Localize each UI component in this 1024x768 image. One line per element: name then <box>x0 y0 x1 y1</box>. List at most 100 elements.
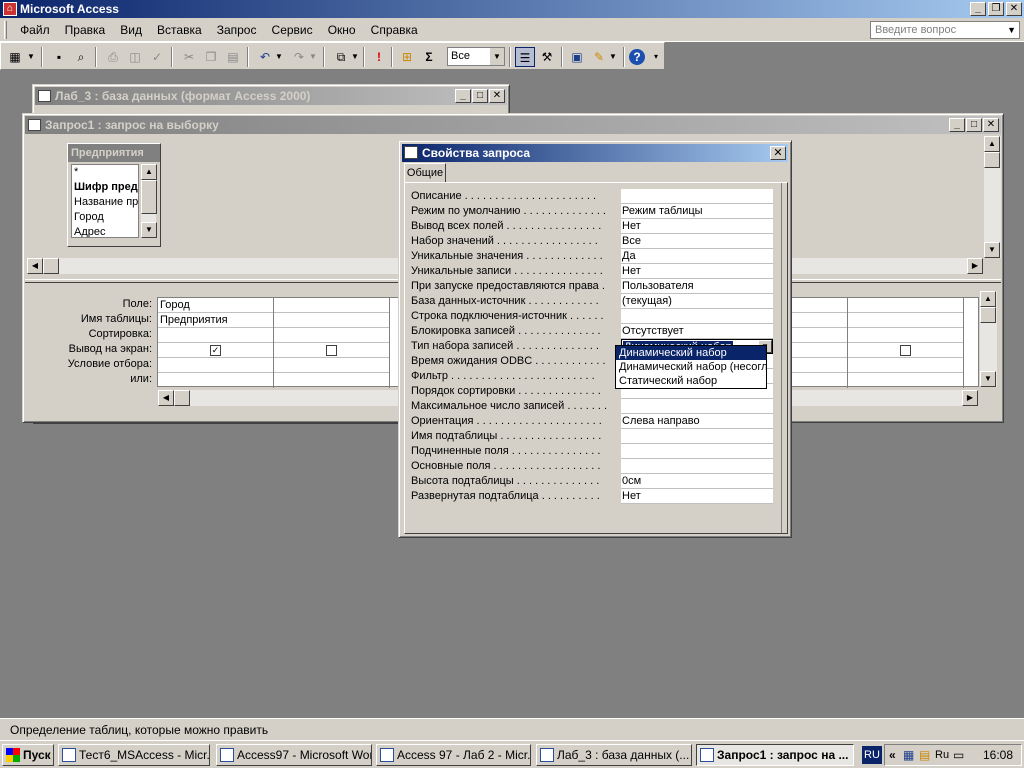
query-close-button[interactable]: ✕ <box>983 118 999 132</box>
grid-cell-table[interactable] <box>790 313 847 328</box>
scroll-thumb[interactable] <box>984 152 1000 168</box>
property-row[interactable]: Уникальные записи . . . . . . . . . . . … <box>411 264 773 279</box>
print-icon[interactable]: ⎙ <box>103 47 123 67</box>
menu-file[interactable]: Файл <box>14 18 56 42</box>
property-value[interactable]: Пользователя <box>621 279 773 294</box>
totals-icon[interactable]: Σ <box>419 47 439 67</box>
redo-dropdown-icon[interactable]: ▼ <box>307 47 319 67</box>
property-row[interactable]: Блокировка записей . . . . . . . . . . .… <box>411 324 773 339</box>
property-row[interactable]: Строка подключения-источник . . . . . . <box>411 309 773 324</box>
scroll-up-icon[interactable]: ▲ <box>984 136 1000 152</box>
property-row[interactable]: Максимальное число записей . . . . . . . <box>411 399 773 414</box>
run-icon[interactable]: ! <box>369 47 389 67</box>
property-row[interactable]: Режим по умолчанию . . . . . . . . . . .… <box>411 204 773 219</box>
db-minimize-button[interactable]: _ <box>455 89 471 103</box>
menu-grip[interactable] <box>4 21 7 39</box>
scroll-up-icon[interactable]: ▲ <box>141 164 157 180</box>
property-value[interactable]: Нет <box>621 489 773 504</box>
property-row[interactable]: База данных-источник . . . . . . . . . .… <box>411 294 773 309</box>
property-value[interactable] <box>621 429 773 444</box>
undo-icon[interactable]: ↶ <box>255 47 275 67</box>
task-button[interactable]: Access97 - Microsoft Word <box>216 744 372 766</box>
scroll-down-icon[interactable]: ▼ <box>141 222 157 238</box>
scroll-left-icon[interactable]: ◀ <box>158 390 174 406</box>
ask-question-box[interactable]: Введите вопрос ▼ <box>870 21 1020 39</box>
scroll-down-icon[interactable]: ▼ <box>984 242 1000 258</box>
properties-close-button[interactable]: ✕ <box>770 146 786 160</box>
show-checkbox[interactable] <box>326 345 337 356</box>
grid-cell-field[interactable]: Город <box>158 298 273 313</box>
grid-cell-sort[interactable] <box>274 328 389 343</box>
property-row[interactable]: При запуске предоставляются права . Польз… <box>411 279 773 294</box>
menu-insert[interactable]: Вставка <box>151 18 208 42</box>
property-value[interactable] <box>621 399 773 414</box>
grid-cell-field[interactable] <box>848 298 963 313</box>
grid-cell-show[interactable] <box>274 343 389 358</box>
paste-icon[interactable]: ▤ <box>223 47 243 67</box>
dropdown-option[interactable]: Динамический набор (несогласованные изме… <box>616 360 766 374</box>
grid-cell-show[interactable]: ✓ <box>158 343 273 358</box>
grid-cell-table[interactable] <box>848 313 963 328</box>
field-list-item[interactable]: * <box>72 165 138 180</box>
restore-button[interactable]: ❐ <box>988 2 1004 16</box>
tray-folder-icon[interactable]: ▤ <box>919 745 930 765</box>
grid-cell-sort[interactable] <box>158 328 273 343</box>
field-list-item[interactable]: Адрес <box>72 225 138 237</box>
menu-view[interactable]: Вид <box>114 18 148 42</box>
task-button[interactable]: Лаб_3 : база данных (... <box>536 744 692 766</box>
scroll-right-icon[interactable]: ▶ <box>962 390 978 406</box>
scroll-right-icon[interactable]: ▶ <box>967 258 983 274</box>
property-value[interactable]: Нет <box>621 219 773 234</box>
grid-column[interactable]: Город Предприятия ✓ <box>158 298 274 388</box>
property-row[interactable]: Подчиненные поля . . . . . . . . . . . .… <box>411 444 773 459</box>
property-row[interactable]: Набор значений . . . . . . . . . . . . .… <box>411 234 773 249</box>
view-dropdown-icon[interactable]: ▼ <box>25 47 37 67</box>
show-checkbox[interactable]: ✓ <box>210 345 221 356</box>
recordset-type-dropdown[interactable]: Динамический набор Динамический набор (н… <box>615 345 767 389</box>
top-values-dropdown-icon[interactable]: ▼ <box>490 48 504 65</box>
grid-cell-show[interactable] <box>848 343 963 358</box>
grid-column[interactable] <box>274 298 390 388</box>
field-list-item[interactable]: Шифр предп <box>72 180 138 195</box>
clock[interactable]: 16:08 <box>983 745 1013 765</box>
field-list-predpriyatiya[interactable]: Предприятия * Шифр предп Название пре Го… <box>67 143 161 247</box>
new-object-dropdown-icon[interactable]: ▼ <box>607 47 619 67</box>
grid-vscroll[interactable]: ▲ ▼ <box>979 291 997 387</box>
property-value[interactable]: Да <box>621 249 773 264</box>
tray-lang-label[interactable]: Ru <box>935 745 949 765</box>
print-preview-icon[interactable]: ◫ <box>125 47 145 67</box>
scroll-thumb[interactable] <box>174 390 190 406</box>
property-row[interactable]: Развернутая подтаблица . . . . . . . . .… <box>411 489 773 504</box>
scroll-thumb[interactable] <box>43 258 59 274</box>
property-row[interactable]: Основные поля . . . . . . . . . . . . . … <box>411 459 773 474</box>
db-maximize-button[interactable]: □ <box>472 89 488 103</box>
ask-dropdown-icon[interactable]: ▼ <box>1007 22 1016 38</box>
db-close-button[interactable]: ✕ <box>489 89 505 103</box>
menu-help[interactable]: Справка <box>365 18 424 42</box>
properties-title-bar[interactable]: Свойства запроса ✕ <box>402 144 788 162</box>
property-value[interactable] <box>621 309 773 324</box>
properties-icon[interactable]: ☰ <box>515 47 535 67</box>
property-value[interactable]: Все <box>621 234 773 249</box>
property-row[interactable]: Высота подтаблицы . . . . . . . . . . . … <box>411 474 773 489</box>
menu-query[interactable]: Запрос <box>211 18 263 42</box>
tray-chevron-icon[interactable]: « <box>889 745 896 765</box>
property-row[interactable]: Имя подтаблицы . . . . . . . . . . . . .… <box>411 429 773 444</box>
property-value[interactable]: Отсутствует <box>621 324 773 339</box>
task-button-active[interactable]: Запрос1 : запрос на ... <box>696 744 854 766</box>
view-icon[interactable]: ▦ <box>5 47 25 67</box>
grid-cell-table[interactable]: Предприятия <box>158 313 273 328</box>
grid-cell-show[interactable] <box>790 343 847 358</box>
field-list-scrollbar[interactable]: ▲ ▼ <box>140 164 157 238</box>
field-list-title[interactable]: Предприятия <box>68 144 160 162</box>
search-icon[interactable]: ⌕ <box>71 47 91 67</box>
property-row[interactable]: Уникальные значения . . . . . . . . . . … <box>411 249 773 264</box>
database-window-icon[interactable]: ▣ <box>567 47 587 67</box>
tray-monitor-icon[interactable]: ▭ <box>953 745 964 765</box>
grid-cell-field[interactable] <box>274 298 389 313</box>
tab-general[interactable]: Общие <box>404 163 446 183</box>
dropdown-option[interactable]: Статический набор <box>616 374 766 388</box>
spelling-icon[interactable]: ✓ <box>147 47 167 67</box>
grid-cell-criteria[interactable] <box>790 358 847 373</box>
field-list-item[interactable]: Город <box>72 210 138 225</box>
